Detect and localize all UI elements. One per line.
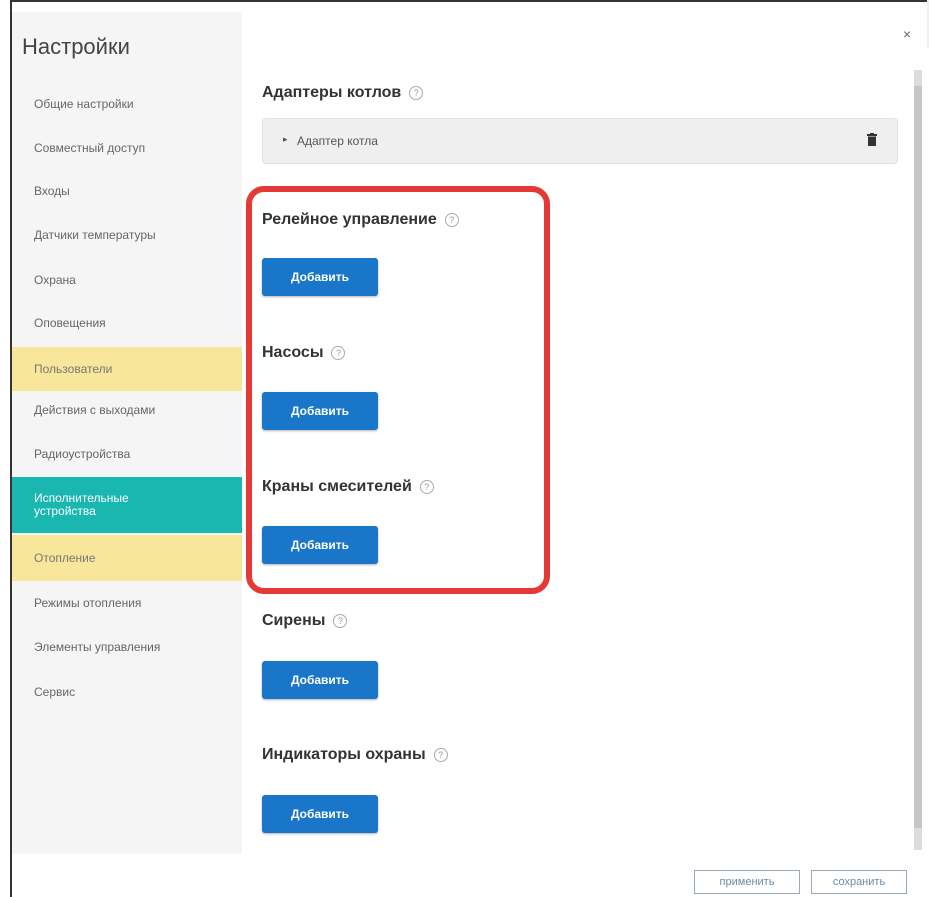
- caret-right-icon[interactable]: ▸: [283, 134, 288, 145]
- sidebar-item-output-actions[interactable]: Действия с выходами: [12, 391, 242, 429]
- sidebar-item-temp-sensors[interactable]: Датчики температуры: [12, 216, 242, 254]
- help-icon[interactable]: ?: [333, 614, 348, 628]
- help-icon[interactable]: ?: [409, 86, 424, 100]
- sidebar-item-controls[interactable]: Элементы управления: [12, 628, 242, 666]
- close-icon[interactable]: ×: [903, 26, 911, 42]
- apply-button[interactable]: применить: [694, 870, 800, 894]
- add-siren-button[interactable]: Добавить: [262, 661, 378, 699]
- sidebar-item-notifications[interactable]: Оповещения: [12, 304, 242, 342]
- sidebar-item-users[interactable]: Пользователи: [12, 347, 242, 391]
- sidebar-item-heating[interactable]: Отопление: [12, 535, 242, 581]
- adapter-label: Адаптер котла: [297, 134, 378, 148]
- sidebar-item-inputs[interactable]: Входы: [12, 172, 242, 210]
- save-button[interactable]: сохранить: [811, 870, 907, 894]
- sidebar-item-sharing[interactable]: Совместный доступ: [12, 129, 242, 167]
- sidebar-item-service[interactable]: Сервис: [12, 673, 242, 711]
- sidebar-item-security[interactable]: Охрана: [12, 261, 242, 299]
- sidebar-item-actuators[interactable]: Исполнительные устройства: [12, 477, 242, 533]
- add-indicator-button[interactable]: Добавить: [262, 795, 378, 833]
- trash-icon[interactable]: [867, 133, 877, 146]
- section-title-sirens: Сирены ?: [262, 612, 348, 630]
- adapter-row[interactable]: ▸ Адаптер котла: [262, 118, 898, 164]
- sidebar-item-radio-devices[interactable]: Радиоустройства: [12, 435, 242, 473]
- page-title: Настройки: [22, 34, 130, 59]
- sidebar-item-general[interactable]: Общие настройки: [12, 85, 242, 123]
- section-title-indicators: Индикаторы охраны ?: [262, 746, 448, 764]
- section-title-boiler-adapters: Адаптеры котлов ?: [262, 84, 424, 102]
- scrollbar-thumb[interactable]: [914, 86, 922, 828]
- help-icon[interactable]: ?: [433, 748, 448, 762]
- sidebar-item-heating-modes[interactable]: Режимы отопления: [12, 584, 242, 622]
- highlight-frame: [246, 186, 550, 594]
